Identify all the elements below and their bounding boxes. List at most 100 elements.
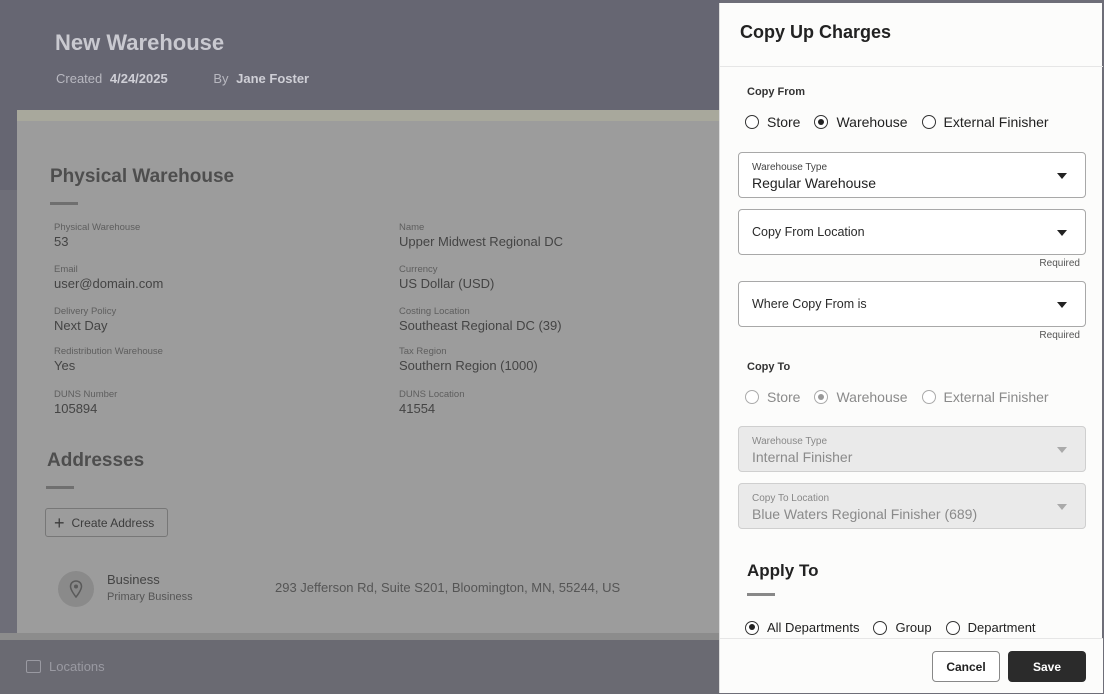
created-date: 4/24/2025 (109, 71, 168, 86)
select-label: Warehouse Type (752, 436, 828, 447)
field-duns-location: DUNS Location 41554 (399, 389, 464, 416)
field-email: Email user@domain.com (54, 264, 163, 291)
field-value: US Dollar (USD) (399, 276, 495, 291)
copy-to-radio-group: Store Warehouse External Finisher (745, 389, 1063, 405)
copy-to-location-select[interactable]: Copy To Location Blue Waters Regional Fi… (738, 483, 1086, 529)
select-placeholder: Where Copy From is (752, 297, 867, 311)
cancel-button[interactable]: Cancel (932, 651, 1000, 682)
section-underline (747, 593, 775, 596)
field-value: Southeast Regional DC (39) (399, 318, 562, 333)
select-label: Copy To Location (752, 493, 830, 504)
field-value: 105894 (54, 401, 98, 416)
caret-down-icon (1057, 504, 1067, 510)
caret-down-icon (1057, 447, 1067, 453)
page-title: New Warehouse (55, 30, 225, 55)
address-line: 293 Jefferson Rd, Suite S201, Bloomingto… (275, 580, 621, 595)
locations-label: Locations (49, 659, 105, 674)
caret-down-icon (1057, 230, 1067, 236)
copy-up-charges-drawer: Copy Up Charges Copy From Store Warehous… (719, 3, 1103, 693)
warehouse-type-from-select[interactable]: Warehouse Type Regular Warehouse (738, 152, 1086, 198)
field-label: Email (54, 264, 78, 275)
apply-all-departments-radio[interactable]: All Departments (745, 620, 859, 635)
copy-to-external-finisher-radio[interactable]: External Finisher (921, 389, 1049, 405)
field-value: Upper Midwest Regional DC (399, 234, 564, 249)
save-button[interactable]: Save (1008, 651, 1086, 682)
field-value: Southern Region (1000) (399, 358, 538, 373)
radio-circle (814, 115, 829, 129)
drawer-title: Copy Up Charges (740, 22, 892, 42)
select-placeholder: Copy From Location (752, 225, 865, 239)
apply-group-radio[interactable]: Group (873, 620, 932, 635)
radio-label: Group (895, 620, 932, 635)
radio-circle (921, 390, 936, 404)
radio-circle (945, 620, 960, 635)
created-label: Created (56, 71, 103, 86)
warehouse-card (17, 121, 720, 633)
copy-from-location-select[interactable]: Copy From Location (738, 209, 1086, 255)
copy-from-store-radio[interactable]: Store (745, 114, 800, 130)
copy-from-external-finisher-radio[interactable]: External Finisher (921, 114, 1049, 130)
field-tax-region: Tax Region Southern Region (1000) (399, 346, 538, 373)
field-label: Costing Location (399, 306, 470, 317)
field-costing-location: Costing Location Southeast Regional DC (… (399, 306, 562, 333)
copy-to-warehouse-radio[interactable]: Warehouse (814, 389, 908, 405)
apply-to-heading: Apply To (747, 561, 819, 580)
drawer-divider (720, 66, 1103, 67)
apply-department-radio[interactable]: Department (945, 620, 1036, 635)
radio-circle (873, 620, 888, 635)
field-physical-warehouse: Physical Warehouse 53 (54, 222, 140, 249)
table-icon (26, 660, 41, 673)
radio-circle (745, 390, 759, 404)
radio-label: External Finisher (943, 389, 1049, 405)
page-meta: Created 4/24/2025 By Jane Foster (56, 71, 309, 86)
field-label: Redistribution Warehouse (54, 346, 163, 357)
caret-down-icon (1057, 173, 1067, 179)
where-copy-from-select[interactable]: Where Copy From is (738, 281, 1086, 327)
radio-label: Warehouse (836, 389, 908, 405)
field-label: Name (399, 222, 425, 233)
field-name: Name Upper Midwest Regional DC (399, 222, 563, 249)
create-address-label: Create Address (71, 515, 155, 530)
addresses-heading: Addresses (47, 450, 145, 471)
copy-to-label: Copy To (747, 361, 791, 373)
field-value: 41554 (399, 401, 436, 416)
by-name: Jane Foster (236, 71, 310, 86)
radio-label: Store (767, 114, 801, 130)
copy-to-store-radio[interactable]: Store (745, 389, 800, 405)
field-label: Tax Region (399, 346, 447, 357)
copy-from-label: Copy From (747, 86, 806, 98)
plus-icon: + (54, 512, 65, 533)
copy-from-radio-group: Store Warehouse External Finisher (745, 114, 1063, 130)
footer-separator (0, 633, 720, 640)
page-footer (0, 640, 720, 694)
radio-circle (745, 115, 759, 129)
field-value: user@domain.com (54, 276, 164, 291)
required-hint: Required (1039, 258, 1080, 269)
address-subtype: Primary Business (107, 591, 193, 603)
radio-circle (921, 115, 936, 129)
field-currency: Currency US Dollar (USD) (399, 264, 494, 291)
field-label: DUNS Number (54, 389, 118, 400)
locations-tab[interactable]: Locations (26, 659, 105, 674)
radio-circle (745, 620, 759, 635)
radio-label: External Finisher (943, 114, 1049, 130)
warehouse-type-to-select[interactable]: Warehouse Type Internal Finisher (738, 426, 1086, 472)
field-value: 53 (54, 234, 69, 249)
copy-from-warehouse-radio[interactable]: Warehouse (814, 114, 908, 130)
radio-label: Department (967, 620, 1036, 635)
caret-down-icon (1057, 302, 1067, 308)
create-address-button[interactable]: + Create Address (45, 508, 168, 537)
field-label: DUNS Location (399, 389, 465, 400)
field-redistribution-warehouse: Redistribution Warehouse Yes (54, 346, 163, 373)
select-label: Warehouse Type (752, 162, 828, 173)
field-label: Physical Warehouse (54, 222, 141, 233)
section-underline (46, 486, 74, 489)
address-type: Business (107, 572, 160, 587)
field-delivery-policy: Delivery Policy Next Day (54, 306, 116, 333)
section-underline (50, 202, 78, 205)
select-value: Internal Finisher (752, 449, 853, 465)
radio-circle (814, 390, 829, 404)
apply-to-radio-group: All Departments Group Department (745, 620, 1050, 635)
radio-label: Store (767, 389, 801, 405)
field-label: Currency (399, 264, 438, 275)
